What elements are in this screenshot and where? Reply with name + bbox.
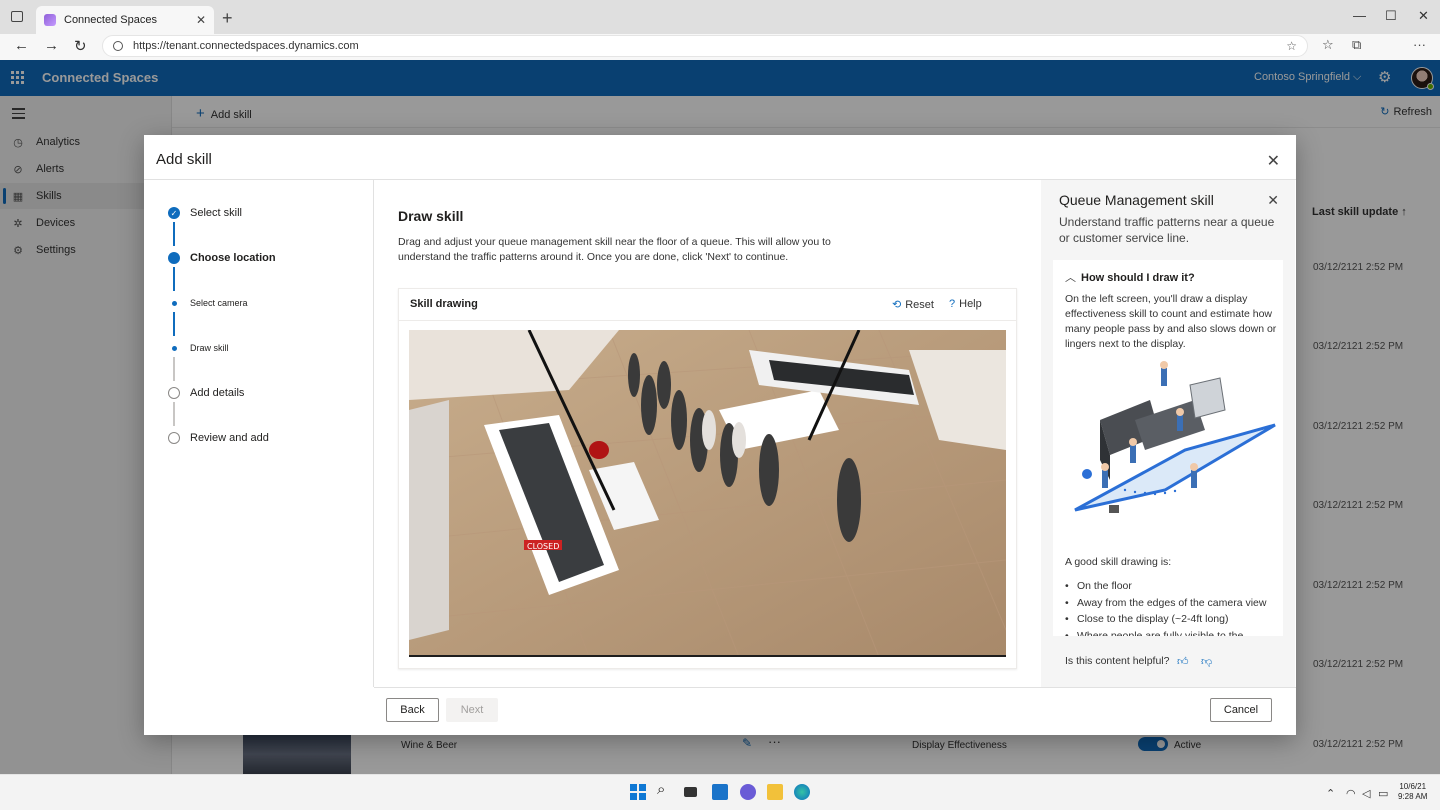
task-view-icon[interactable] [684, 787, 697, 797]
back-arrow-icon[interactable]: ← [14, 37, 29, 54]
list-item: Close to the display (~2-4ft long) [1065, 611, 1277, 628]
tab-title: Connected Spaces [64, 14, 157, 26]
reload-icon[interactable]: ↻ [74, 37, 87, 55]
browser-tab[interactable]: Connected Spaces ✕ [36, 6, 214, 34]
help-button[interactable]: ? Help [949, 298, 982, 310]
accordion-text: On the left screen, you'll draw a displa… [1065, 293, 1277, 350]
accordion-header[interactable]: ︿ How should I draw it? [1065, 269, 1195, 285]
card-title: Skill drawing [410, 298, 478, 310]
good-drawing-list: On the floor Away from the edges of the … [1065, 578, 1277, 636]
file-explorer-icon[interactable] [767, 784, 783, 800]
step-connector [173, 222, 175, 246]
list-item: Where people are fully visible to the [1065, 628, 1277, 637]
favorite-star-icon[interactable]: ☆ [1286, 39, 1297, 53]
maximize-button[interactable]: ☐ [1385, 8, 1397, 24]
wifi-icon[interactable]: ◠ [1346, 787, 1356, 800]
browser-tab-bar: Connected Spaces ✕ + — ☐ ✕ [0, 0, 1440, 34]
draw-skill-content: Draw skill Drag and adjust your queue ma… [374, 180, 1040, 687]
substep-dot-icon [168, 297, 180, 309]
collections-icon[interactable]: ⧉ [1352, 37, 1361, 53]
panel-subtitle: Understand traffic patterns near a queue… [1059, 215, 1275, 245]
search-icon[interactable]: ⌕ [657, 781, 673, 798]
tab-actions-icon[interactable] [11, 11, 23, 22]
section-description: Drag and adjust your queue management sk… [398, 236, 831, 263]
step-add-details[interactable]: Add details [168, 383, 244, 403]
step-choose-location[interactable]: Choose location [168, 248, 276, 268]
clock-date: 10/6/21 [1399, 782, 1427, 791]
good-drawing-heading: A good skill drawing is: [1065, 556, 1172, 568]
step-select-skill[interactable]: ✓ Select skill [168, 203, 242, 223]
chevron-up-icon[interactable]: ⌃ [1326, 787, 1335, 800]
window-close-button[interactable]: ✕ [1418, 8, 1429, 24]
dialog-close-icon[interactable]: ✕ [1267, 151, 1280, 171]
list-item: Away from the edges of the camera view [1065, 595, 1277, 612]
start-icon[interactable] [630, 784, 646, 800]
pending-step-icon [168, 387, 180, 399]
wizard-stepper: ✓ Select skill Choose location Select ca… [144, 180, 374, 687]
clock-time: 9:28 AM [1398, 792, 1428, 801]
panel-close-icon[interactable]: ✕ [1267, 192, 1279, 209]
chevron-up-icon: ︿ [1065, 272, 1076, 284]
next-button[interactable]: Next [446, 698, 498, 722]
back-button[interactable]: Back [386, 698, 439, 722]
reset-button[interactable]: ⟲ Reset [892, 298, 934, 311]
skill-drawing-card: Skill drawing ⟲ Reset ? Help CLOSED [398, 288, 1017, 669]
svg-text:CLOSED: CLOSED [527, 542, 559, 551]
thumbs-down-icon[interactable]: 👎︎ [1201, 655, 1212, 668]
queue-management-panel: Queue Management skill ✕ Understand traf… [1041, 180, 1295, 687]
url-text: https://tenant.connectedspaces.dynamics.… [133, 40, 359, 52]
current-step-icon [168, 252, 180, 264]
add-skill-dialog: Add skill ✕ ✓ Select skill Choose locati… [144, 135, 1296, 735]
panel-title: Queue Management skill [1059, 192, 1214, 208]
forward-arrow-icon[interactable]: → [44, 37, 59, 54]
battery-icon[interactable]: ▭ [1378, 787, 1388, 800]
reset-icon: ⟲ [892, 299, 902, 311]
address-bar-row: ← → ↻ https://tenant.connectedspaces.dyn… [0, 34, 1440, 87]
step-draw-skill[interactable]: Draw skill [168, 338, 229, 358]
system-clock[interactable]: 10/6/21 9:28 AM [1398, 782, 1427, 802]
minimize-button[interactable]: — [1353, 8, 1366, 23]
divider [374, 687, 1296, 688]
helpful-prompt: Is this content helpful? [1065, 655, 1170, 667]
chat-icon[interactable] [740, 784, 756, 800]
dialog-title: Add skill [156, 151, 212, 168]
tab-close-icon[interactable]: ✕ [196, 13, 206, 27]
favorites-icon[interactable]: ☆ [1322, 37, 1334, 53]
help-icon: ? [949, 298, 956, 310]
favicon-icon [44, 14, 56, 26]
volume-icon[interactable]: ◁ [1362, 787, 1370, 800]
pending-step-icon [168, 432, 180, 444]
step-connector [173, 312, 175, 336]
url-field[interactable]: https://tenant.connectedspaces.dynamics.… [102, 35, 1308, 57]
widgets-icon[interactable] [712, 784, 728, 800]
guidance-card: ︿ How should I draw it? On the left scree… [1053, 260, 1283, 636]
step-connector [173, 357, 175, 381]
step-connector [173, 267, 175, 291]
substep-dot-icon [168, 342, 180, 354]
thumbs-up-icon[interactable]: 👍︎ [1177, 655, 1189, 668]
more-icon[interactable]: ··· [1413, 37, 1426, 52]
list-item: On the floor [1065, 578, 1277, 595]
queue-illustration [1074, 361, 1276, 513]
step-connector [173, 402, 175, 426]
section-title: Draw skill [398, 208, 464, 224]
checkmark-icon: ✓ [168, 207, 180, 219]
step-select-camera[interactable]: Select camera [168, 293, 248, 313]
step-review-and-add[interactable]: Review and add [168, 428, 269, 448]
divider [399, 320, 1016, 321]
search-icon [113, 41, 123, 51]
new-tab-button[interactable]: + [222, 8, 233, 29]
cancel-button[interactable]: Cancel [1210, 698, 1272, 722]
edge-icon[interactable] [794, 784, 810, 800]
windows-taskbar: ⌕ ⌃ ◠ ◁ ▭ 10/6/21 9:28 AM [0, 774, 1440, 810]
camera-scene: CLOSED [409, 330, 1006, 657]
camera-view[interactable]: CLOSED [409, 330, 1006, 657]
